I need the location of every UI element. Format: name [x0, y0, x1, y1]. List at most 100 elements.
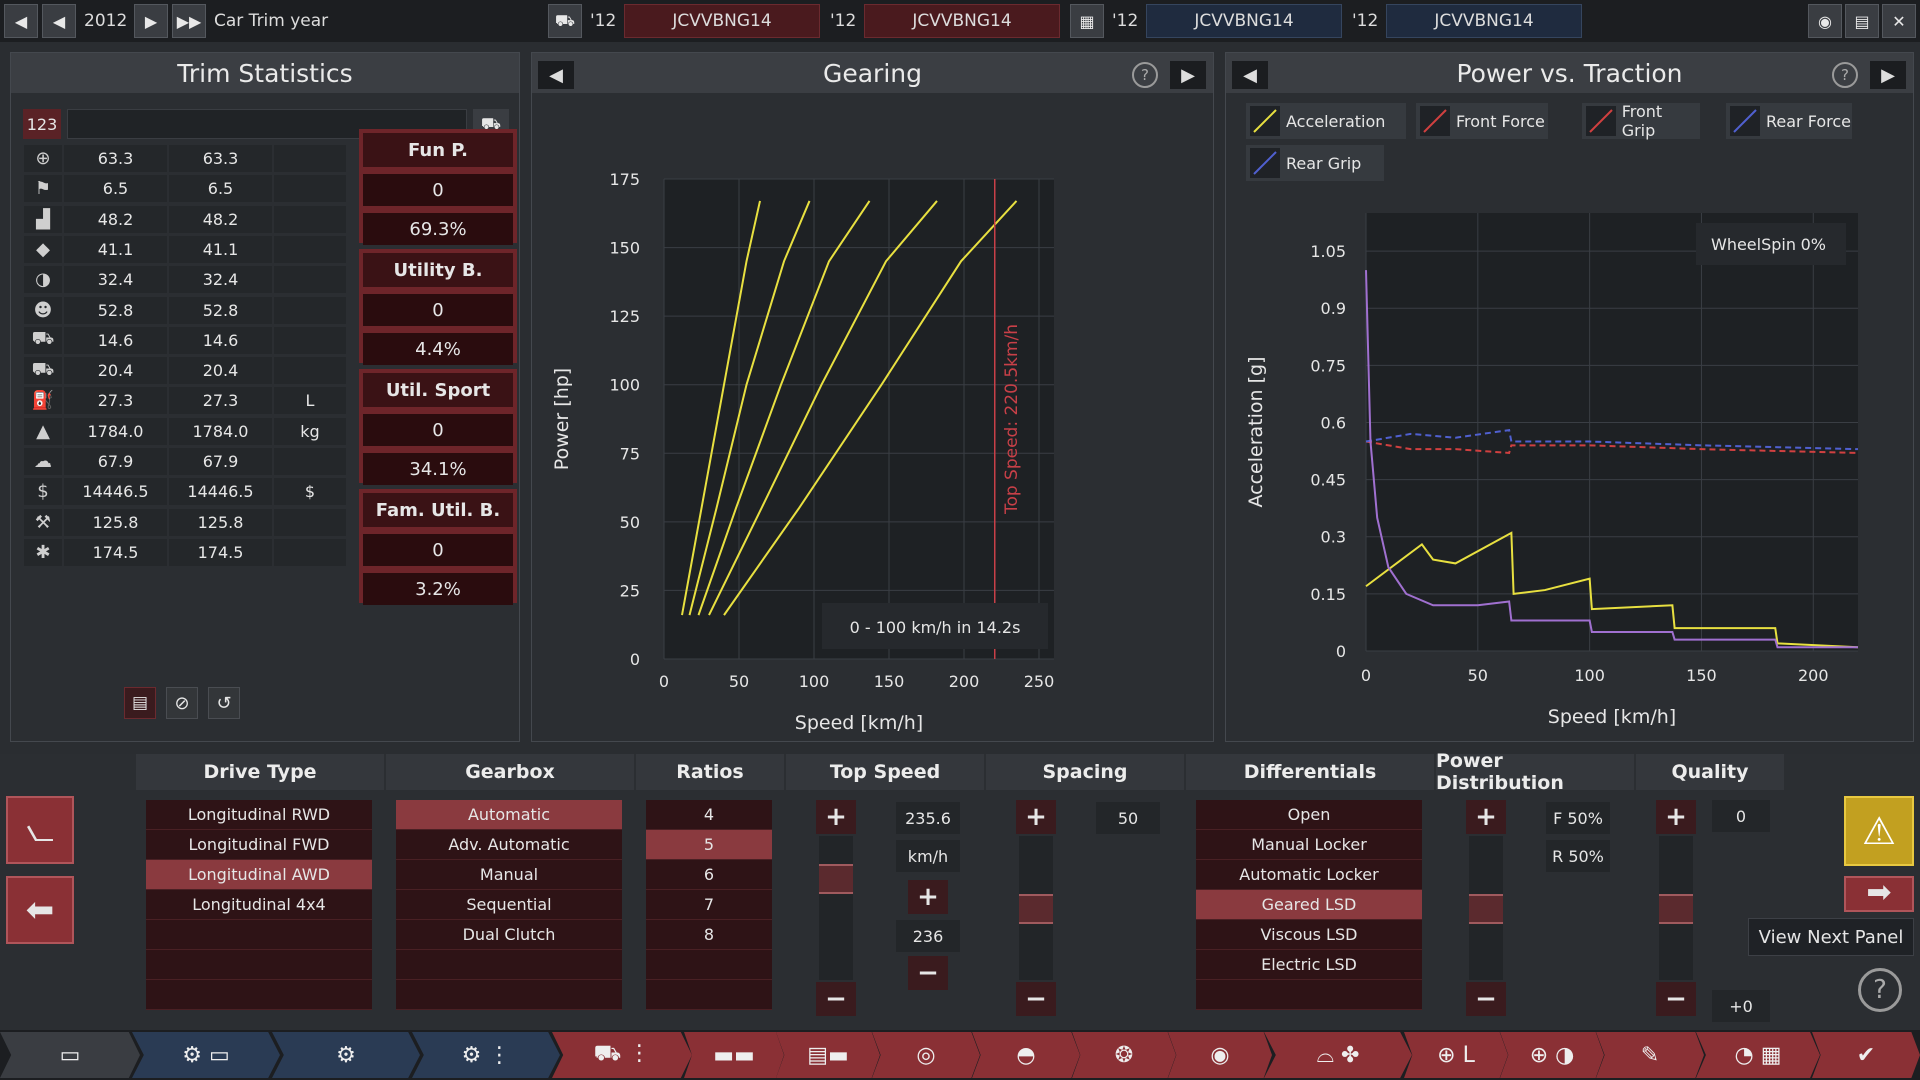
list-item[interactable]: Longitudinal AWD: [146, 860, 372, 890]
legend-item[interactable]: Front Force: [1416, 103, 1548, 139]
legend-item[interactable]: Front Grip: [1582, 102, 1700, 140]
chassis-icon: ⚙ ▭: [182, 1042, 230, 1068]
list-item[interactable]: Adv. Automatic: [396, 830, 622, 860]
dock-suspension-button[interactable]: ⚙: [272, 1032, 420, 1078]
list-item[interactable]: Longitudinal FWD: [146, 830, 372, 860]
geometry-tool-button[interactable]: ⦦: [6, 796, 74, 864]
prev-year-button[interactable]: ◀: [42, 4, 76, 38]
dock-chassis-button[interactable]: ⚙ ▭: [132, 1032, 280, 1078]
score-percent: 34.1%: [363, 453, 513, 485]
next-year-button[interactable]: ▶: [134, 4, 168, 38]
power-dist-decrease-button[interactable]: −: [1466, 982, 1506, 1016]
engine-3-select[interactable]: JCVVBNG14: [1146, 4, 1342, 38]
legend-swatch: [1250, 148, 1280, 178]
warning-button[interactable]: ⚠: [1844, 796, 1914, 866]
dock-wheels-button[interactable]: ❂: [1072, 1032, 1176, 1078]
legend-item[interactable]: Rear Force: [1726, 103, 1852, 139]
ratios-list: 45678: [646, 800, 772, 1010]
top-speed-decrease-button[interactable]: −: [816, 982, 856, 1016]
y-tick-label: 125: [609, 307, 640, 326]
gearing-prev-button[interactable]: ◀: [538, 61, 574, 89]
power-dist-slider-thumb[interactable]: [1469, 894, 1503, 924]
top-speed-slider-thumb[interactable]: [819, 864, 853, 894]
legend-item[interactable]: Acceleration: [1246, 103, 1406, 139]
reset-button[interactable]: ↺: [208, 687, 240, 719]
dock-interior-button[interactable]: ▤▬: [776, 1032, 880, 1078]
gearing-help-button[interactable]: ?: [1132, 62, 1158, 88]
next-panel-button[interactable]: ➡: [1844, 876, 1914, 912]
list-item[interactable]: Longitudinal RWD: [146, 800, 372, 830]
quality-slider-thumb[interactable]: [1659, 894, 1693, 924]
dock-fixture-button[interactable]: ◎: [872, 1032, 980, 1078]
list-item[interactable]: 7: [646, 890, 772, 920]
gearing-next-button[interactable]: ▶: [1170, 61, 1206, 89]
score-box: Utility B. 0 4.4%: [359, 249, 517, 365]
list-item[interactable]: Dual Clutch: [396, 920, 622, 950]
top-speed-target-decrease-button[interactable]: −: [908, 956, 948, 990]
spacing-slider-thumb[interactable]: [1019, 894, 1053, 924]
dock-testing-button[interactable]: ✎: [1596, 1032, 1704, 1078]
car-select-button[interactable]: ⛟: [548, 4, 582, 38]
score-box: Util. Sport 0 34.1%: [359, 369, 517, 485]
top-speed-label: Top Speed: 220.5km/h: [1002, 324, 1022, 515]
plus-icon: +: [1025, 802, 1047, 832]
stat-compare-value: 27.3: [169, 387, 274, 415]
list-item[interactable]: Manual: [396, 860, 622, 890]
spacing-decrease-button[interactable]: −: [1016, 982, 1056, 1016]
top-speed-slider-track[interactable]: [819, 836, 853, 980]
dock-finish-button[interactable]: ✔: [1812, 1032, 1920, 1078]
engine-1-select[interactable]: JCVVBNG14: [624, 4, 820, 38]
list-item[interactable]: Geared LSD: [1196, 890, 1422, 920]
list-item[interactable]: Sequential: [396, 890, 622, 920]
engine-2-select[interactable]: JCVVBNG14: [864, 4, 1060, 38]
top-speed-increase-button[interactable]: +: [816, 800, 856, 834]
list-item[interactable]: Viscous LSD: [1196, 920, 1422, 950]
list-item[interactable]: Manual Locker: [1196, 830, 1422, 860]
legend-item[interactable]: Rear Grip: [1246, 145, 1384, 181]
dock-model-button[interactable]: ▭: [0, 1032, 140, 1078]
list-item[interactable]: Open: [1196, 800, 1422, 830]
quality-increase-button[interactable]: +: [1656, 800, 1696, 834]
dock-race-button[interactable]: ◔ ▦: [1696, 1032, 1820, 1078]
power-dist-increase-button[interactable]: +: [1466, 800, 1506, 834]
quality-decrease-button[interactable]: −: [1656, 982, 1696, 1016]
list-item[interactable]: Automatic Locker: [1196, 860, 1422, 890]
dock-safety-button[interactable]: ⊕ ◑: [1500, 1032, 1604, 1078]
notes-button[interactable]: ▤: [124, 687, 156, 719]
traction-prev-button[interactable]: ◀: [1232, 61, 1268, 89]
dock-tires-button[interactable]: ◉: [1168, 1032, 1272, 1078]
clear-button[interactable]: ⊘: [166, 687, 198, 719]
dock-aero-button[interactable]: ⌓ ✤: [1264, 1032, 1412, 1078]
list-item[interactable]: 6: [646, 860, 772, 890]
legend-swatch: [1730, 106, 1760, 136]
calculator-button[interactable]: ▤: [1845, 4, 1879, 38]
x-tick-label: 50: [1468, 666, 1488, 685]
first-year-button[interactable]: ◀: [4, 4, 38, 38]
help-button[interactable]: ?: [1858, 968, 1902, 1012]
last-year-button[interactable]: ▶▶: [172, 4, 206, 38]
spacing-increase-button[interactable]: +: [1016, 800, 1056, 834]
list-item[interactable]: Longitudinal 4x4: [146, 890, 372, 920]
engine-4-select[interactable]: JCVVBNG14: [1386, 4, 1582, 38]
list-item[interactable]: 4: [646, 800, 772, 830]
dock-brakes-button[interactable]: ◓: [972, 1032, 1080, 1078]
back-button[interactable]: ⬅: [6, 876, 74, 944]
score-percent: 69.3%: [363, 213, 513, 245]
top-speed-target-increase-button[interactable]: +: [908, 880, 948, 914]
dock-engine-button[interactable]: ⚙ ⋮: [412, 1032, 560, 1078]
engine-view-button[interactable]: ▦: [1070, 4, 1104, 38]
traction-help-button[interactable]: ?: [1832, 62, 1858, 88]
list-item[interactable]: Electric LSD: [1196, 950, 1422, 980]
list-item[interactable]: 5: [646, 830, 772, 860]
list-item[interactable]: 8: [646, 920, 772, 950]
dock-drivetrain-button[interactable]: ⛟ ⋮: [552, 1032, 692, 1078]
list-item[interactable]: Automatic: [396, 800, 622, 830]
screenshot-button[interactable]: ◉: [1808, 4, 1842, 38]
score-label: Fam. Util. B.: [363, 493, 513, 527]
trim-statistics-panel: Trim Statistics 123 ⛟ ⊕ 63.3 63.3 ⚑ 6.5 …: [10, 52, 520, 742]
traction-next-button[interactable]: ▶: [1870, 61, 1906, 89]
dock-body-button[interactable]: ▬▬: [684, 1032, 784, 1078]
dock-steering-button[interactable]: ⊕ L: [1404, 1032, 1508, 1078]
close-button[interactable]: ✕: [1882, 4, 1916, 38]
differentials-header: Differentials: [1186, 754, 1434, 790]
